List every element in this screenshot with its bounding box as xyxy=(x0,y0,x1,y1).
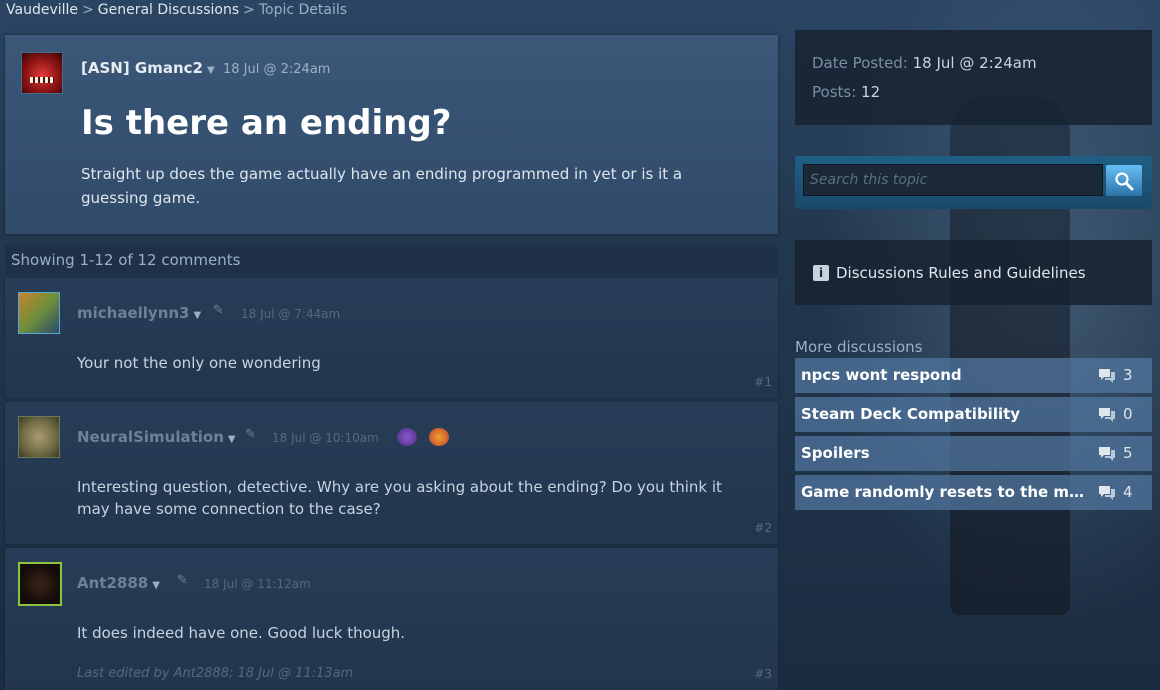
discussion-title[interactable]: npcs wont respond xyxy=(801,366,1093,384)
topic-search-box xyxy=(795,156,1152,209)
discussion-title[interactable]: Game randomly resets to the map after... xyxy=(801,483,1093,501)
breadcrumb-separator: > xyxy=(82,2,94,18)
comment-bubble-icon xyxy=(1099,447,1115,461)
comment-number[interactable]: #2 xyxy=(754,521,772,535)
discussion-count: 3 xyxy=(1123,366,1133,384)
topic-body: Straight up does the game actually have … xyxy=(81,165,683,207)
comment-number[interactable]: #3 xyxy=(754,667,772,681)
breadcrumb-game-link[interactable]: Vaudeville xyxy=(6,2,78,18)
breadcrumb-current: Topic Details xyxy=(258,2,348,18)
topic-info-panel: Date Posted: 18 Jul @ 2:24am Posts: 12 xyxy=(795,30,1152,125)
search-button[interactable] xyxy=(1106,165,1142,196)
comment-edited-note: Last edited by Ant2888; 18 Jul @ 11:13am xyxy=(77,666,353,681)
discussion-count: 4 xyxy=(1123,483,1133,501)
topic-post: [ASN] Gmanc2 ▼ 18 Jul @ 2:24am Is there a… xyxy=(5,35,778,234)
comment-author-name[interactable]: NeuralSimulation xyxy=(77,428,224,446)
commenter-avatar[interactable] xyxy=(18,562,62,606)
date-posted-row: Date Posted: 18 Jul @ 2:24am xyxy=(812,54,1037,72)
comment: NeuralSimulation ▼ ✎ 18 Jul @ 10:10am Int… xyxy=(5,402,778,544)
rules-link[interactable]: Discussions Rules and Guidelines xyxy=(836,264,1086,282)
more-discussions-heading: More discussions xyxy=(795,338,923,356)
comment-date: 18 Jul @ 7:44am xyxy=(241,307,341,321)
comment-number[interactable]: #1 xyxy=(754,375,772,389)
discussion-item[interactable]: Steam Deck Compatibility 0 xyxy=(795,397,1152,432)
topic-author-name[interactable]: [ASN] Gmanc2 xyxy=(81,59,203,77)
comment-body: Your not the only one wondering xyxy=(77,354,321,372)
topic-title: Is there an ending? xyxy=(81,103,452,143)
edited-date: ; 18 Jul @ 11:13am xyxy=(228,666,354,681)
comment-date: 18 Jul @ 10:10am xyxy=(272,431,379,445)
info-icon: i xyxy=(813,265,829,281)
dropdown-caret-icon[interactable]: ▼ xyxy=(152,580,160,591)
posts-label: Posts: xyxy=(812,83,857,101)
posts-value: 12 xyxy=(861,83,881,101)
dropdown-caret-icon[interactable]: ▼ xyxy=(207,65,215,76)
topic-date: 18 Jul @ 2:24am xyxy=(223,62,331,77)
discussion-count: 5 xyxy=(1123,444,1133,462)
comment: Ant2888 ▼ ✎ 18 Jul @ 11:12am It does inde… xyxy=(5,548,778,690)
pin-icon: ✎ xyxy=(245,427,256,442)
commenter-avatar[interactable] xyxy=(18,292,60,334)
comment-author[interactable]: NeuralSimulation ▼ xyxy=(77,428,236,446)
rules-panel[interactable]: i Discussions Rules and Guidelines xyxy=(795,240,1152,305)
commenter-avatar[interactable] xyxy=(18,416,60,458)
award-icon[interactable] xyxy=(429,428,449,446)
date-posted-label: Date Posted: xyxy=(812,54,908,72)
comments-count-bar: Showing 1-12 of 12 comments xyxy=(5,245,778,275)
comment-bubble-icon xyxy=(1099,408,1115,422)
comment-date: 18 Jul @ 11:12am xyxy=(204,577,311,591)
comment-body: It does indeed have one. Good luck thoug… xyxy=(77,624,406,642)
comment-bubble-icon xyxy=(1099,486,1115,500)
breadcrumb: Vaudeville > General Discussions > Topic Det… xyxy=(6,2,347,18)
discussion-count: 0 xyxy=(1123,405,1133,423)
edited-prefix: Last edited by xyxy=(77,666,170,681)
author-avatar[interactable] xyxy=(21,52,63,94)
breadcrumb-forum-link[interactable]: General Discussions xyxy=(98,2,239,18)
discussion-item[interactable]: Game randomly resets to the map after...… xyxy=(795,475,1152,510)
search-icon xyxy=(1115,172,1134,191)
comment-author-name[interactable]: Ant2888 xyxy=(77,574,148,592)
edited-by: Ant2888 xyxy=(173,666,229,681)
comment-bubble-icon xyxy=(1099,369,1115,383)
comment-author-name[interactable]: michaellynn3 xyxy=(77,304,190,322)
dropdown-caret-icon[interactable]: ▼ xyxy=(228,434,236,445)
comment-author[interactable]: Ant2888 ▼ xyxy=(77,574,160,592)
dropdown-caret-icon[interactable]: ▼ xyxy=(194,310,202,321)
pin-icon: ✎ xyxy=(177,573,188,588)
discussion-item[interactable]: npcs wont respond 3 xyxy=(795,358,1152,393)
date-posted-value: 18 Jul @ 2:24am xyxy=(912,54,1037,72)
topic-author[interactable]: [ASN] Gmanc2 ▼ xyxy=(81,59,215,77)
award-icon[interactable] xyxy=(397,428,417,446)
discussion-item[interactable]: Spoilers 5 xyxy=(795,436,1152,471)
search-input[interactable] xyxy=(803,164,1103,196)
comment-body: Interesting question, detective. Why are… xyxy=(77,478,722,518)
comment-author[interactable]: michaellynn3 ▼ xyxy=(77,304,201,322)
pin-icon: ✎ xyxy=(213,303,224,318)
discussion-title[interactable]: Steam Deck Compatibility xyxy=(801,405,1093,423)
breadcrumb-separator: > xyxy=(243,2,255,18)
comment: michaellynn3 ▼ ✎ 18 Jul @ 7:44am Your not… xyxy=(5,278,778,398)
posts-row: Posts: 12 xyxy=(812,83,880,101)
discussion-title[interactable]: Spoilers xyxy=(801,444,1093,462)
